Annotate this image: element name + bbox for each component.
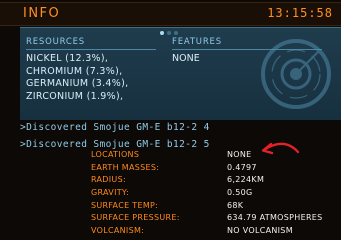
resource-item: GERMANIUM (3.4%), [26,78,129,89]
resource-item: ZIRCONIUM (1.9%), [26,90,124,102]
resource-item: CHROMIUM (7.3%), [26,65,123,77]
radar-icon [261,39,331,109]
stat-value: 0.50G [227,188,253,198]
info-header: INFO 13:15:58 [0,2,341,26]
panel-title: INFO [23,6,61,21]
stat-row: VOLCANISM: NO VOLCANISM [91,226,341,236]
stat-value: NO VOLCANISM [227,226,293,236]
red-arrow-annotation [261,142,300,155]
stat-label: RADIUS: [91,175,126,185]
resource-item: NICKEL (12.3%), [26,53,109,64]
clock: 13:15:58 [267,6,333,20]
stat-label: GRAVITY: [91,188,130,198]
resources-divider [26,49,156,50]
stat-row: RADIUS: 6,224KM [91,175,341,188]
info-window: INFO 13:15:58 RESOURCES NICKEL (12.3%), … [0,0,341,236]
discovery-log-line: >Discovered Smojue GM-E b12-2 5 [20,139,210,150]
stat-value: 68K [227,200,244,210]
body-stats-list: LOCATIONS NONE EARTH MASSES: 0.4797 RADI… [91,150,341,236]
stat-value: 6,224KM [227,175,265,185]
stat-row: EARTH MASSES: 0.4797 [91,163,341,176]
resources-title: RESOURCES [26,37,85,47]
page-indicator[interactable] [160,31,178,35]
stat-row: GRAVITY: 0.50G [91,188,341,201]
body-summary-panel: RESOURCES NICKEL (12.3%), CHROMIUM (7.3%… [20,27,341,120]
stat-row: SURFACE TEMP: 68K [91,201,341,214]
stat-row: SURFACE PRESSURE: 634.79 ATMOSPHERES [91,213,341,226]
stat-label: VOLCANISM: [91,226,145,236]
stat-label: EARTH MASSES: [91,162,160,172]
page-dot-1[interactable] [160,31,164,35]
page-dot-2[interactable] [167,31,171,35]
stat-value: 0.4797 [227,162,257,172]
stat-label: SURFACE PRESSURE: [91,213,180,223]
stat-label: LOCATIONS [91,150,140,159]
resources-section: RESOURCES NICKEL (12.3%), CHROMIUM (7.3%… [26,37,164,103]
stat-row: LOCATIONS NONE [91,150,341,163]
discovery-log-line: >Discovered Smojue GM-E b12-2 4 [20,122,210,133]
page-dot-3[interactable] [174,31,178,35]
stat-label: SURFACE TEMP: [91,200,159,210]
stat-value: 634.79 ATMOSPHERES [227,213,323,223]
stat-value: NONE [227,150,252,159]
